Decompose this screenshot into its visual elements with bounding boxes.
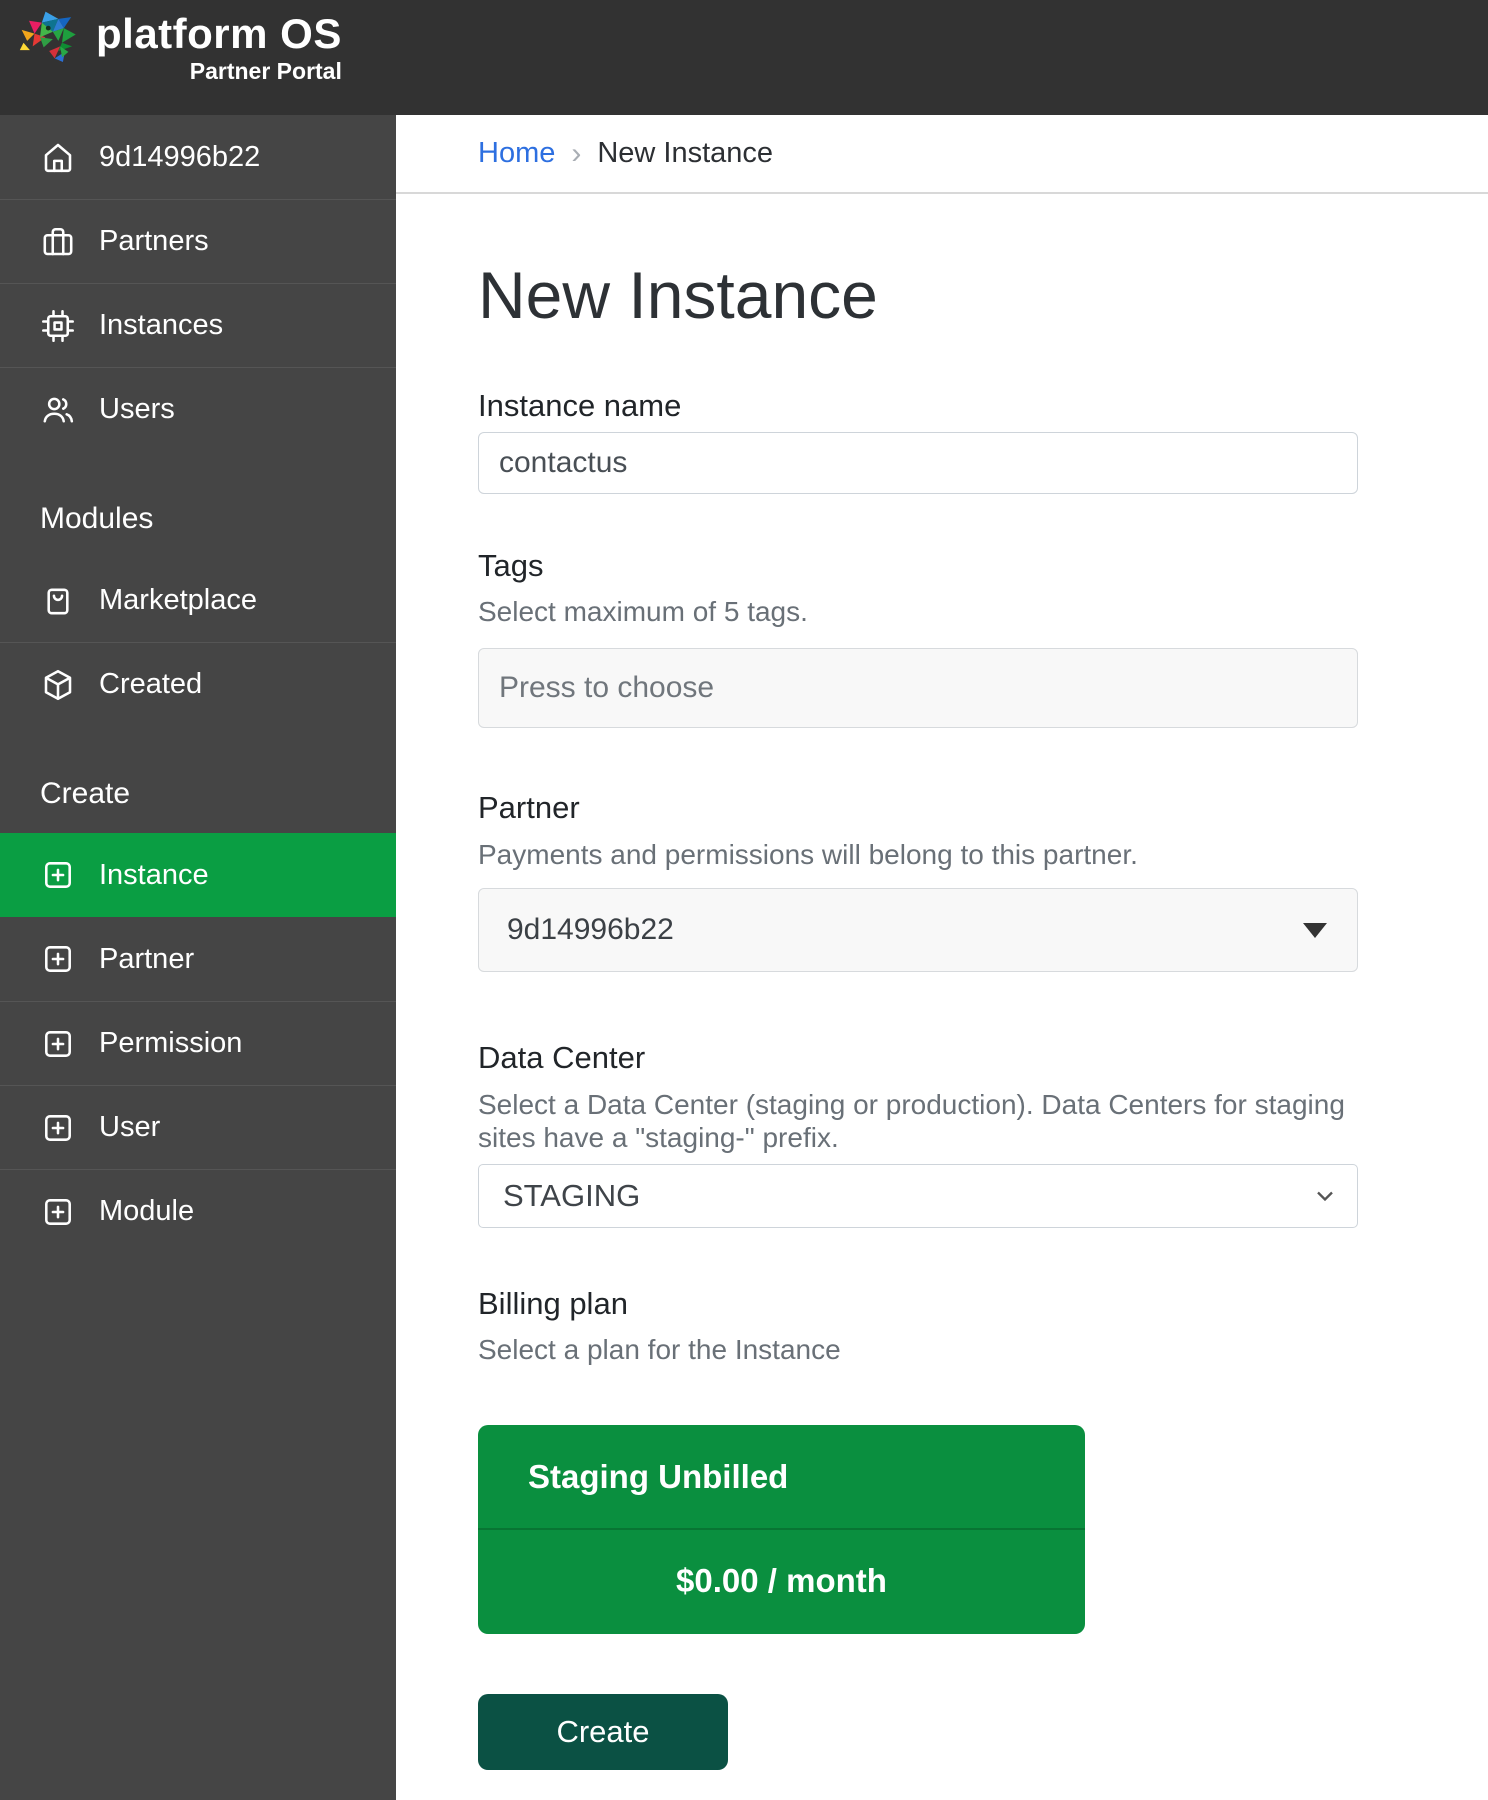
sidebar-section-modules: Modules <box>40 502 154 535</box>
instance-name-input[interactable] <box>478 432 1358 494</box>
sidebar-item-label: Instance <box>99 858 209 891</box>
shopping-bag-icon <box>47 588 69 615</box>
sidebar-item-label: Module <box>99 1195 195 1227</box>
sidebar-item-create-module[interactable]: Module <box>0 1169 396 1253</box>
billing-plan-price: $0.00 / month <box>676 1562 887 1599</box>
billing-plan-help: Select a plan for the Instance <box>478 1334 841 1365</box>
sidebar: 9d14996b22 Partners Instances Users Modu… <box>0 115 396 1800</box>
sidebar-item-label: Instances <box>99 309 224 341</box>
chevron-down-icon <box>1317 1191 1333 1202</box>
sidebar-item-label: Created <box>99 668 203 700</box>
data-center-help: Select a Data Center (staging or product… <box>478 1089 1345 1153</box>
sidebar-item-label: Partners <box>99 225 209 257</box>
main-content: Home › New Instance New Instance Instanc… <box>396 115 1488 1800</box>
home-icon <box>44 143 72 173</box>
plus-square-icon <box>45 1030 71 1057</box>
sidebar-section-create: Create <box>40 777 131 810</box>
sidebar-item-label: User <box>99 1111 161 1143</box>
sidebar-item-label: Partner <box>99 942 195 975</box>
form-area: New Instance Instance name Tags Select m… <box>396 256 1488 1770</box>
plus-square-icon <box>45 1198 71 1225</box>
sidebar-item-label: Permission <box>99 1027 243 1059</box>
sidebar-item-create-user[interactable]: User <box>0 1085 396 1169</box>
sidebar-item-marketplace[interactable]: Marketplace <box>0 558 396 642</box>
plus-square-icon <box>45 1114 71 1141</box>
sidebar-item-partners[interactable]: Partners <box>0 199 396 283</box>
create-button[interactable]: Create <box>478 1694 728 1770</box>
chip-icon <box>42 309 74 342</box>
sidebar-item-users[interactable]: Users <box>0 367 396 451</box>
app-header: platform OS Partner Portal <box>0 0 1488 115</box>
logo-text: platform OS Partner Portal <box>96 8 342 85</box>
billing-plan-card[interactable]: Staging Unbilled $0.00 / month <box>478 1425 1085 1634</box>
sidebar-item-label: Marketplace <box>99 583 257 616</box>
app-window: platform OS Partner Portal 9d14996b22 Pa… <box>0 0 1488 1800</box>
billing-plan-label: Billing plan <box>478 1286 628 1321</box>
users-icon <box>43 397 74 423</box>
partner-label: Partner <box>478 790 580 825</box>
data-center-select[interactable]: STAGING <box>478 1164 1358 1228</box>
data-center-label: Data Center <box>478 1040 646 1075</box>
billing-plan-name: Staging Unbilled <box>478 1425 1085 1530</box>
plus-square-icon <box>45 946 71 972</box>
briefcase-icon <box>43 227 73 255</box>
chameleon-logo-icon <box>19 11 76 62</box>
sidebar-item-partner-home[interactable]: 9d14996b22 <box>0 115 396 199</box>
sidebar-item-create-partner[interactable]: Partner <box>0 917 396 1001</box>
page-title: New Instance <box>478 258 878 332</box>
tags-input[interactable] <box>478 648 1358 728</box>
sidebar-item-create-permission[interactable]: Permission <box>0 1001 396 1085</box>
sidebar-item-instances[interactable]: Instances <box>0 283 396 367</box>
sidebar-item-label: Users <box>99 393 175 425</box>
partner-select[interactable]: 9d14996b22 <box>478 888 1358 972</box>
logo-title: platform OS <box>96 10 342 57</box>
cube-icon <box>44 669 72 700</box>
breadcrumb-separator: › <box>571 136 582 170</box>
breadcrumb-current: New Instance <box>597 137 774 169</box>
tags-label: Tags <box>478 548 544 583</box>
tags-help: Select maximum of 5 tags. <box>478 596 808 627</box>
partner-help: Payments and permissions will belong to … <box>478 839 1138 870</box>
sidebar-item-create-instance[interactable]: Instance <box>0 833 396 917</box>
partner-select-value: 9d14996b22 <box>507 913 674 946</box>
logo: platform OS Partner Portal <box>18 8 342 85</box>
instance-name-label: Instance name <box>478 388 682 423</box>
logo-subtitle: Partner Portal <box>189 58 342 84</box>
caret-down-icon <box>1303 922 1327 938</box>
plus-square-icon <box>45 862 71 888</box>
sidebar-item-label: 9d14996b22 <box>99 140 261 173</box>
data-center-select-value: STAGING <box>503 1178 641 1213</box>
breadcrumb: Home › New Instance <box>396 115 1488 194</box>
breadcrumb-home-link[interactable]: Home <box>478 137 555 170</box>
sidebar-item-created[interactable]: Created <box>0 642 396 726</box>
